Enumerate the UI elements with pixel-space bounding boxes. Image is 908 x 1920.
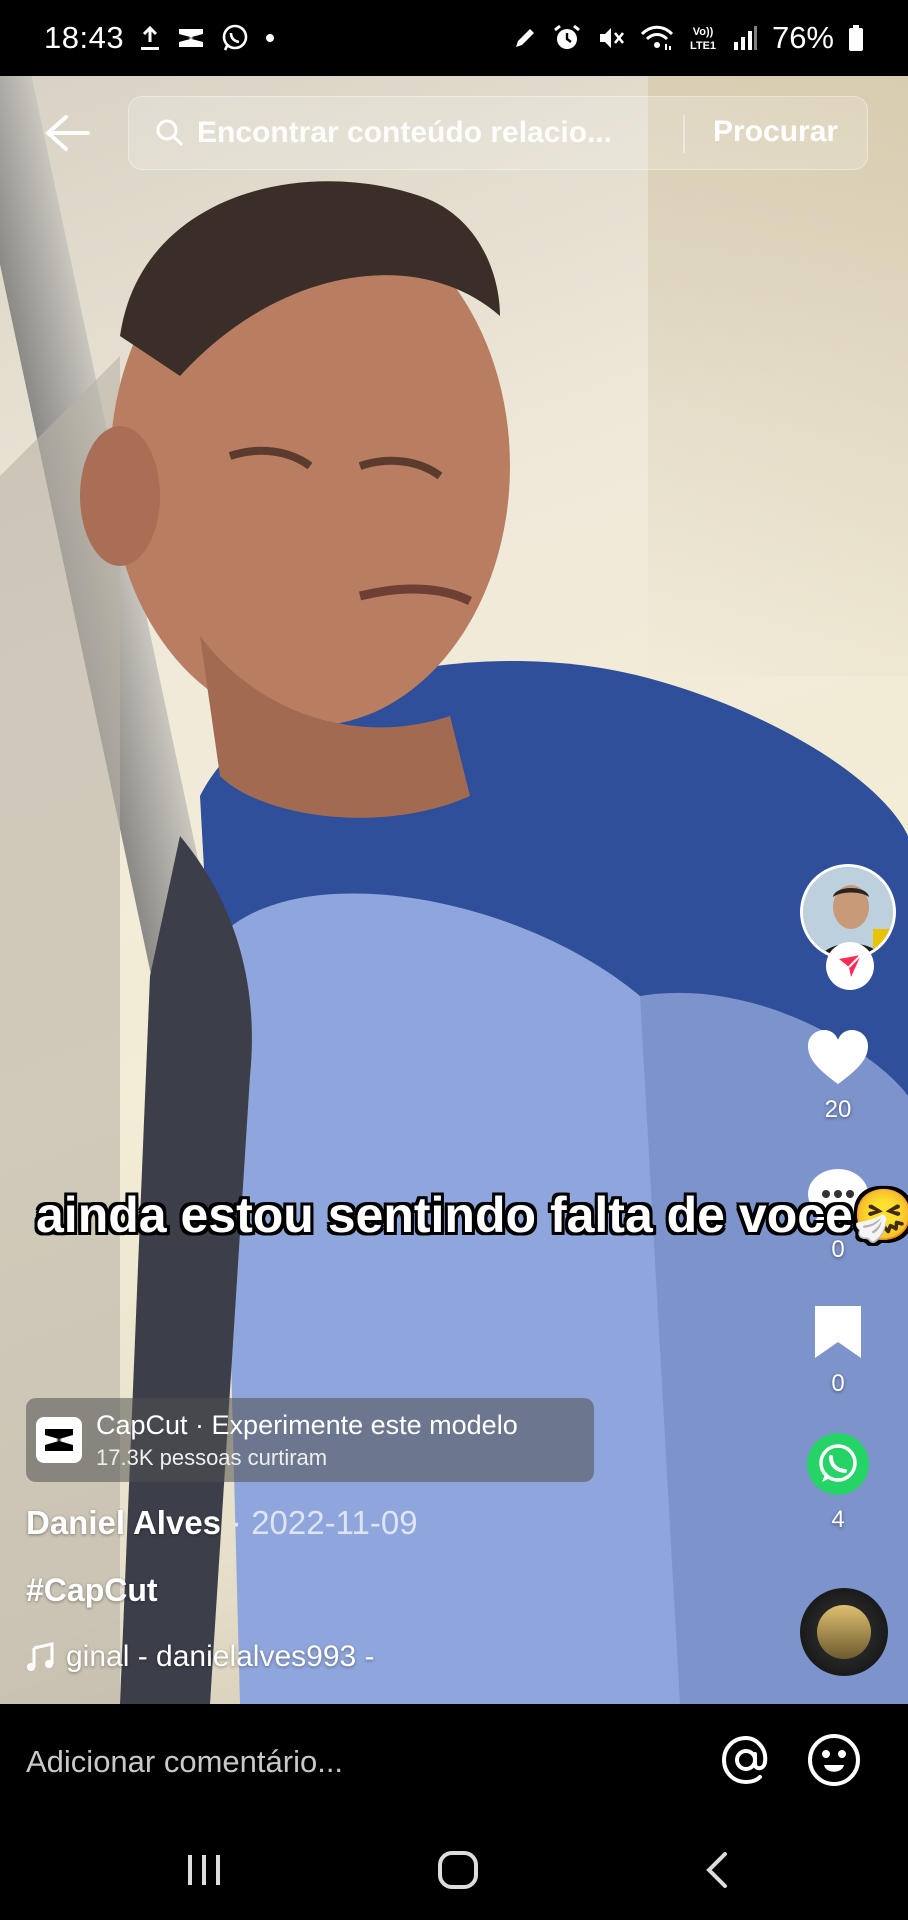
comment-bar: Adicionar comentário... xyxy=(0,1704,908,1822)
caption-text: ainda estou sentindo falta de voce xyxy=(36,1187,853,1243)
wifi-icon xyxy=(640,24,674,52)
save-count: 0 xyxy=(831,1370,845,1397)
like-count: 20 xyxy=(824,1096,852,1123)
emoji-icon xyxy=(808,1734,860,1786)
capcut-notif-icon xyxy=(176,25,206,51)
author-row: Daniel Alves · 2022-11-09 xyxy=(26,1504,418,1542)
hashtag-link[interactable]: #CapCut xyxy=(26,1572,158,1609)
author-name[interactable]: Daniel Alves xyxy=(26,1504,221,1542)
capcut-logo-icon xyxy=(36,1417,82,1463)
music-disc[interactable] xyxy=(800,1588,888,1676)
search-placeholder: Encontrar conteúdo relacio... xyxy=(197,116,613,149)
share-whatsapp-button[interactable]: 4 xyxy=(768,1432,908,1534)
back-arrow-icon xyxy=(44,115,90,151)
heart-icon xyxy=(808,1030,868,1084)
whatsapp-notif-icon xyxy=(220,23,250,53)
search-submit-button[interactable]: Procurar xyxy=(713,115,838,149)
video-caption: ainda estou sentindo falta de voce🤧 xyxy=(36,1186,908,1245)
capcut-template-banner[interactable]: CapCut · Experimente este modelo 17.3K p… xyxy=(26,1398,594,1482)
svg-text:Vo)): Vo)) xyxy=(693,26,714,38)
battery-icon xyxy=(848,24,864,52)
status-right: Vo)) LTE1 76% xyxy=(512,20,864,56)
capcut-text: CapCut · Experimente este modelo 17.3K p… xyxy=(96,1410,518,1471)
post-date: · 2022-11-09 xyxy=(231,1504,418,1541)
dot-icon xyxy=(264,32,276,44)
music-disc-cover xyxy=(817,1605,871,1659)
emoji-button[interactable] xyxy=(806,1732,862,1788)
status-time: 18:43 xyxy=(44,20,125,55)
search-icon xyxy=(156,119,184,147)
system-nav-bar xyxy=(0,1822,908,1920)
bookmark-icon xyxy=(815,1306,861,1358)
back-button[interactable] xyxy=(42,108,92,158)
home-button[interactable] xyxy=(428,1844,488,1896)
system-back-button[interactable] xyxy=(686,1844,746,1896)
share-count: 4 xyxy=(831,1506,845,1533)
status-bar: 18:43 Vo)) LTE1 76% xyxy=(0,0,908,76)
recent-apps-button[interactable] xyxy=(174,1844,234,1896)
at-sign-icon xyxy=(721,1735,768,1785)
music-title: ginal - danielalves993 - xyxy=(66,1640,375,1673)
mute-icon xyxy=(596,23,626,53)
svg-text:LTE1: LTE1 xyxy=(690,40,716,52)
caption-emoji: 🤧 xyxy=(852,1187,908,1243)
pen-icon xyxy=(512,25,538,51)
follow-plane-icon xyxy=(839,954,862,977)
upload-icon xyxy=(138,24,162,52)
battery-percent: 76% xyxy=(771,20,834,55)
home-icon xyxy=(438,1851,478,1889)
alarm-icon xyxy=(552,23,582,53)
chevron-left-icon xyxy=(706,1852,727,1888)
volte-icon: Vo)) LTE1 xyxy=(688,22,718,54)
follow-button[interactable] xyxy=(826,942,874,990)
like-button[interactable]: 20 xyxy=(768,1028,908,1124)
signal-icon xyxy=(732,24,758,52)
whatsapp-icon xyxy=(807,1433,869,1495)
mention-button[interactable] xyxy=(718,1732,774,1788)
comment-input[interactable]: Adicionar comentário... xyxy=(26,1744,343,1780)
capcut-title: CapCut · Experimente este modelo xyxy=(96,1409,518,1440)
music-row[interactable]: ginal - danielalves993 - xyxy=(26,1640,375,1674)
recent-apps-icon xyxy=(188,1855,220,1885)
save-button[interactable]: 0 xyxy=(768,1304,908,1398)
music-note-icon xyxy=(27,1642,54,1671)
status-left: 18:43 xyxy=(44,20,276,56)
top-search-bar: Encontrar conteúdo relacio... Procurar xyxy=(0,92,908,172)
search-divider xyxy=(683,115,685,153)
search-input[interactable]: Encontrar conteúdo relacio... Procurar xyxy=(128,96,868,170)
capcut-subtitle: 17.3K pessoas curtiram xyxy=(96,1444,328,1470)
